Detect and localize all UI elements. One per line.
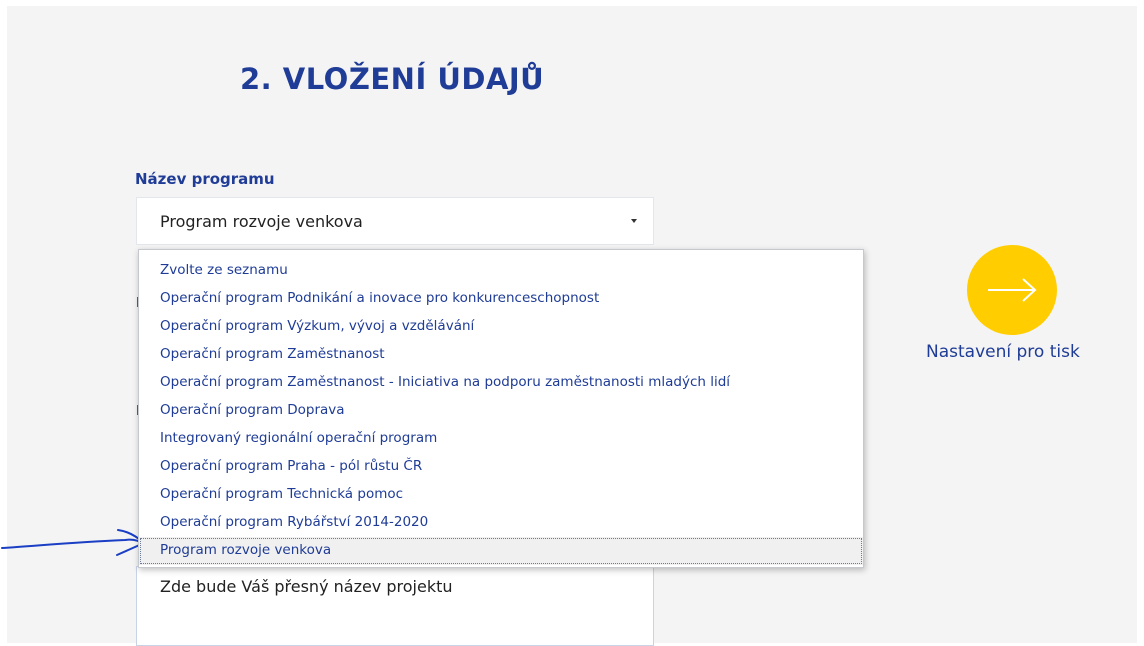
arrow-right-icon [988, 278, 1037, 302]
program-select[interactable]: Program rozvoje venkova [136, 197, 654, 245]
hand-drawn-arrow-annotation [1, 529, 146, 556]
print-settings-label[interactable]: Nastavení pro tisk [926, 342, 1080, 362]
dropdown-option[interactable]: Operační program Podnikání a inovace pro… [139, 285, 863, 312]
chevron-down-icon [631, 219, 637, 223]
dropdown-option-selected[interactable]: Program rozvoje venkova [139, 537, 863, 565]
program-field-label: Název programu [135, 170, 275, 188]
dropdown-option[interactable]: Integrovaný regionální operační program [139, 425, 863, 452]
dropdown-option[interactable]: Operační program Rybářství 2014-2020 [139, 509, 863, 536]
project-name-textarea[interactable]: Zde bude Váš přesný název projektu [136, 566, 654, 646]
step-title: 2. VLOŽENÍ ÚDAJŮ [240, 62, 545, 96]
print-settings-button[interactable] [967, 245, 1057, 335]
dropdown-option[interactable]: Operační program Praha - pól růstu ČR [139, 453, 863, 480]
dropdown-option[interactable]: Zvolte ze seznamu [139, 257, 863, 284]
dropdown-option[interactable]: Operační program Doprava [139, 397, 863, 424]
dropdown-option[interactable]: Operační program Technická pomoc [139, 481, 863, 508]
program-dropdown-list: Zvolte ze seznamu Operační program Podni… [138, 249, 864, 568]
dropdown-option[interactable]: Operační program Zaměstnanost [139, 341, 863, 368]
dropdown-option[interactable]: Operační program Zaměstnanost - Iniciati… [139, 369, 863, 396]
program-select-value: Program rozvoje venkova [160, 212, 363, 231]
dropdown-option[interactable]: Operační program Výzkum, vývoj a vzděláv… [139, 313, 863, 340]
